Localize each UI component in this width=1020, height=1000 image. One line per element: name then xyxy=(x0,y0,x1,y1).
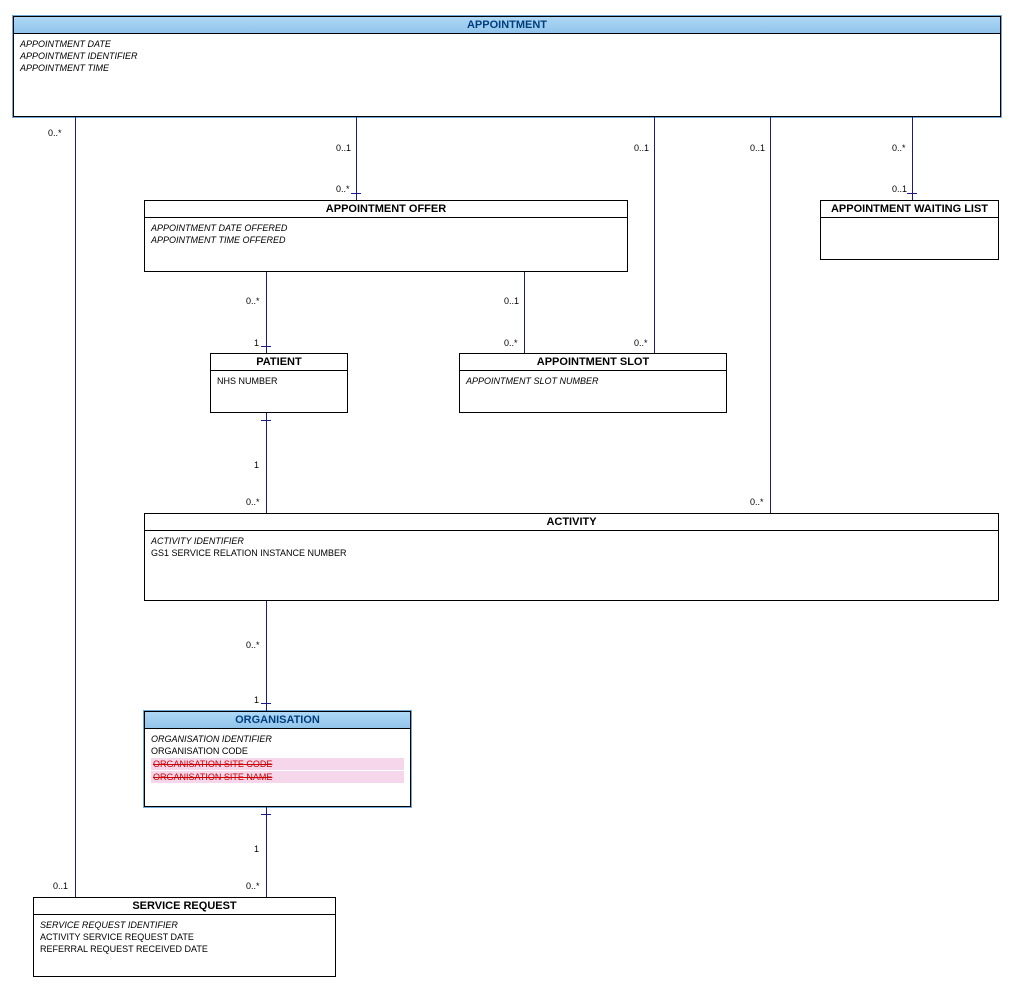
multiplicity-label: 0..* xyxy=(48,128,62,138)
entity-title: APPOINTMENT OFFER xyxy=(145,201,627,218)
entity-attr: APPOINTMENT DATE xyxy=(20,38,994,50)
entity-title: APPOINTMENT WAITING LIST xyxy=(821,201,998,218)
entity-attr: REFERRAL REQUEST RECEIVED DATE xyxy=(40,943,329,955)
entity-title: SERVICE REQUEST xyxy=(34,898,335,915)
multiplicity-label: 0..1 xyxy=(634,143,649,153)
multiplicity-label: 0..* xyxy=(246,497,260,507)
entity-attr: SERVICE REQUEST IDENTIFIER xyxy=(40,919,329,931)
entity-attr: APPOINTMENT TIME OFFERED xyxy=(151,234,621,246)
multiplicity-label: 1 xyxy=(254,844,259,854)
entity-appointment-offer: APPOINTMENT OFFER APPOINTMENT DATE OFFER… xyxy=(144,200,628,272)
relation-tick xyxy=(907,193,917,194)
entity-title: ORGANISATION xyxy=(145,712,410,729)
entity-attr-struck: ORGANISATION SITE NAME xyxy=(151,771,404,783)
entity-appointment: APPOINTMENT APPOINTMENT DATE APPOINTMENT… xyxy=(13,16,1001,117)
entity-title: APPOINTMENT SLOT xyxy=(460,354,726,371)
relation-tick xyxy=(261,814,271,815)
entity-title: ACTIVITY xyxy=(145,514,998,531)
entity-attr: ACTIVITY SERVICE REQUEST DATE xyxy=(40,931,329,943)
multiplicity-label: 1 xyxy=(254,695,259,705)
er-diagram-canvas: APPOINTMENT APPOINTMENT DATE APPOINTMENT… xyxy=(0,0,1020,1000)
entity-appointment-slot: APPOINTMENT SLOT APPOINTMENT SLOT NUMBER xyxy=(459,353,727,413)
entity-attr-struck: ORGANISATION SITE CODE xyxy=(151,758,404,770)
entity-attr: ORGANISATION IDENTIFIER xyxy=(151,733,404,745)
entity-attr: GS1 SERVICE RELATION INSTANCE NUMBER xyxy=(151,547,992,559)
multiplicity-label: 0..* xyxy=(892,143,906,153)
relation-line xyxy=(356,117,357,200)
relation-line xyxy=(266,272,267,353)
relation-line xyxy=(912,117,913,200)
multiplicity-label: 1 xyxy=(254,338,259,348)
entity-attr: APPOINTMENT DATE OFFERED xyxy=(151,222,621,234)
entity-organisation: ORGANISATION ORGANISATION IDENTIFIER ORG… xyxy=(144,711,411,807)
entity-attr: NHS NUMBER xyxy=(217,375,341,387)
relation-line xyxy=(266,601,267,711)
relation-line xyxy=(266,413,267,513)
entity-attr: APPOINTMENT IDENTIFIER xyxy=(20,50,994,62)
multiplicity-label: 0..* xyxy=(336,184,350,194)
multiplicity-label: 0..* xyxy=(634,338,648,348)
multiplicity-label: 0..1 xyxy=(750,143,765,153)
multiplicity-label: 0..1 xyxy=(336,143,351,153)
multiplicity-label: 0..* xyxy=(750,497,764,507)
entity-attr: ACTIVITY IDENTIFIER xyxy=(151,535,992,547)
entity-attr: APPOINTMENT TIME xyxy=(20,62,994,74)
multiplicity-label: 0..* xyxy=(246,296,260,306)
entity-service-request: SERVICE REQUEST SERVICE REQUEST IDENTIFI… xyxy=(33,897,336,977)
relation-line xyxy=(770,117,771,513)
relation-tick xyxy=(261,703,271,704)
multiplicity-label: 1 xyxy=(254,460,259,470)
multiplicity-label: 0..* xyxy=(246,640,260,650)
relation-tick xyxy=(261,346,271,347)
relation-line xyxy=(266,807,267,897)
multiplicity-label: 0..1 xyxy=(504,296,519,306)
relation-line xyxy=(75,117,76,897)
entity-activity: ACTIVITY ACTIVITY IDENTIFIER GS1 SERVICE… xyxy=(144,513,999,601)
relation-tick xyxy=(261,420,271,421)
relation-line xyxy=(654,117,655,353)
entity-patient: PATIENT NHS NUMBER xyxy=(210,353,348,413)
entity-title: APPOINTMENT xyxy=(14,17,1000,34)
multiplicity-label: 0..1 xyxy=(53,881,68,891)
multiplicity-label: 0..* xyxy=(504,338,518,348)
entity-title: PATIENT xyxy=(211,354,347,371)
relation-tick xyxy=(351,193,361,194)
entity-attr: ORGANISATION CODE xyxy=(151,745,404,757)
multiplicity-label: 0..* xyxy=(246,881,260,891)
multiplicity-label: 0..1 xyxy=(892,184,907,194)
relation-line xyxy=(524,272,525,353)
entity-attr: APPOINTMENT SLOT NUMBER xyxy=(466,375,720,387)
entity-appointment-waiting-list: APPOINTMENT WAITING LIST xyxy=(820,200,999,260)
